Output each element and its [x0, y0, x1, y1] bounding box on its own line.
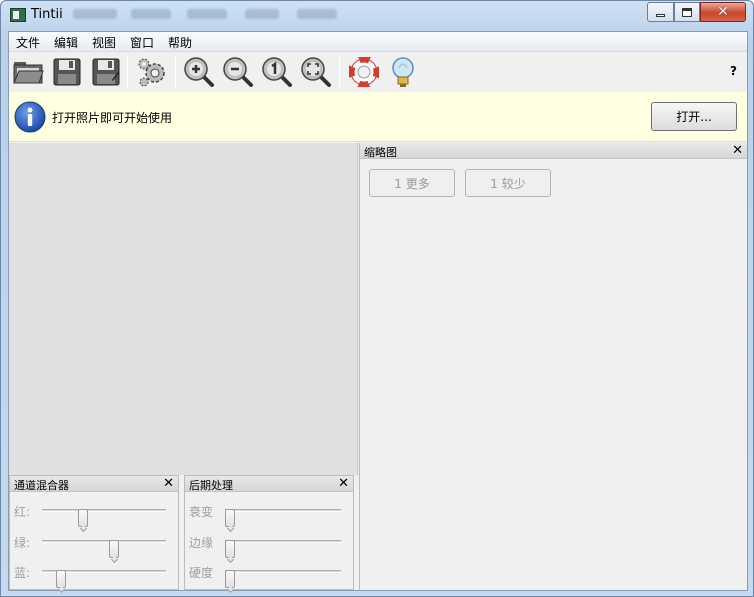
blurred-taskbar-item	[73, 9, 117, 19]
settings-button[interactable]	[135, 55, 169, 89]
zoom-in-button[interactable]	[182, 55, 216, 89]
app-icon	[10, 8, 26, 22]
info-bar: 打开照片即可开始使用 打开...	[9, 92, 747, 142]
client-area: 文件 编辑 视图 窗口 帮助 ? 打开照片即可开始使用 打开... 缩略图 ✕ …	[8, 31, 748, 591]
title-bar[interactable]: Tintii ✕	[1, 1, 753, 31]
hardness-slider-row: 硬度	[185, 562, 353, 588]
green-slider-row: 绿:	[10, 532, 178, 558]
maximize-icon	[682, 7, 692, 17]
zoom-out-icon	[223, 57, 253, 87]
toolbar-separator	[339, 56, 340, 88]
menu-file[interactable]: 文件	[16, 34, 40, 51]
zoom-actual-size-button[interactable]	[260, 55, 294, 89]
save-as-icon	[92, 58, 120, 86]
close-icon[interactable]: ✕	[732, 143, 743, 158]
close-window-button[interactable]: ✕	[700, 2, 746, 22]
open-button[interactable]	[11, 55, 45, 89]
post-processing-title: 后期处理	[189, 479, 233, 492]
edge-slider-row: 边缘	[185, 532, 353, 558]
menu-view[interactable]: 视图	[92, 34, 116, 51]
zoom-fit-button[interactable]	[299, 55, 333, 89]
thumbnails-panel-title-bar[interactable]: 缩略图 ✕	[360, 143, 747, 159]
help-contents-button[interactable]	[347, 55, 381, 89]
blue-slider-label: 蓝:	[14, 566, 31, 580]
info-icon	[14, 101, 46, 133]
blurred-taskbar-item	[245, 9, 279, 19]
tip-lightbulb-icon	[392, 57, 414, 87]
zoom-fit-icon	[301, 57, 331, 87]
decay-slider-track[interactable]	[225, 509, 341, 527]
blurred-taskbar-item	[187, 9, 227, 19]
hardness-slider-handle[interactable]	[225, 570, 235, 588]
menu-window[interactable]: 窗口	[130, 34, 154, 51]
maximize-button[interactable]	[674, 2, 700, 22]
save-button[interactable]	[50, 55, 84, 89]
close-icon[interactable]: ✕	[338, 476, 349, 491]
minimize-icon	[656, 13, 665, 17]
more-thumbnails-button[interactable]: 1 更多	[369, 169, 455, 197]
green-slider-label: 绿:	[14, 536, 31, 550]
save-as-button[interactable]	[89, 55, 123, 89]
menu-help[interactable]: 帮助	[168, 34, 192, 51]
fewer-thumbnails-button[interactable]: 1 较少	[465, 169, 551, 197]
toolbar-separator	[175, 56, 176, 88]
zoom-actual-icon	[262, 57, 292, 87]
zoom-out-button[interactable]	[221, 55, 255, 89]
decay-slider-label: 衰变	[189, 505, 214, 519]
green-slider-track[interactable]	[42, 540, 166, 558]
tips-button[interactable]	[386, 55, 420, 89]
blue-slider-handle[interactable]	[55, 570, 66, 588]
info-message: 打开照片即可开始使用	[52, 111, 173, 125]
edge-slider-label: 边缘	[189, 536, 214, 550]
red-slider-track[interactable]	[42, 509, 166, 527]
close-icon[interactable]: ✕	[163, 476, 174, 491]
open-folder-icon	[13, 62, 44, 84]
zoom-in-icon	[184, 57, 214, 87]
green-slider-handle[interactable]	[108, 540, 119, 558]
decay-slider-row: 衰变	[185, 501, 353, 527]
image-canvas[interactable]	[9, 143, 358, 475]
thumbnails-panel: 缩略图 ✕ 1 更多 1 较少	[359, 143, 747, 590]
hardness-slider-label: 硬度	[189, 566, 214, 580]
decay-slider-handle[interactable]	[225, 509, 235, 527]
toolbar-separator	[127, 56, 128, 88]
blurred-taskbar-item	[297, 9, 337, 19]
red-slider-label: 红:	[14, 505, 31, 519]
channel-mixer-panel: 通道混合器 ✕ 红: 绿: 蓝:	[9, 475, 179, 590]
save-icon	[53, 58, 81, 86]
post-processing-panel: 后期处理 ✕ 衰变 边缘 硬度	[184, 475, 354, 590]
edge-slider-handle[interactable]	[225, 540, 235, 558]
menu-edit[interactable]: 编辑	[54, 34, 78, 51]
red-slider-handle[interactable]	[77, 509, 88, 527]
blue-slider-row: 蓝:	[10, 562, 178, 588]
open-photo-button[interactable]: 打开...	[651, 102, 737, 131]
thumbnails-panel-title: 缩略图	[364, 146, 397, 159]
toolbar: ?	[9, 52, 747, 92]
edge-slider-track[interactable]	[225, 540, 341, 558]
settings-gear-icon	[138, 58, 165, 87]
channel-mixer-title: 通道混合器	[14, 479, 69, 492]
red-slider-row: 红:	[10, 501, 178, 527]
blue-slider-track[interactable]	[42, 570, 166, 588]
post-processing-title-bar[interactable]: 后期处理 ✕	[185, 476, 353, 492]
menu-bar: 文件 编辑 视图 窗口 帮助	[9, 32, 747, 52]
help-lifebuoy-icon	[349, 57, 379, 87]
channel-mixer-title-bar[interactable]: 通道混合器 ✕	[10, 476, 178, 492]
minimize-button[interactable]	[647, 2, 674, 22]
app-window: Tintii ✕ 文件 编辑 视图 窗口 帮助 ? 打开照片即可开始使用 打开.…	[0, 0, 754, 597]
blurred-taskbar-item	[131, 9, 171, 19]
hardness-slider-track[interactable]	[225, 570, 341, 588]
window-title: Tintii	[31, 7, 63, 22]
whats-this-help-button[interactable]: ?	[730, 64, 737, 78]
close-icon: ✕	[717, 4, 729, 20]
